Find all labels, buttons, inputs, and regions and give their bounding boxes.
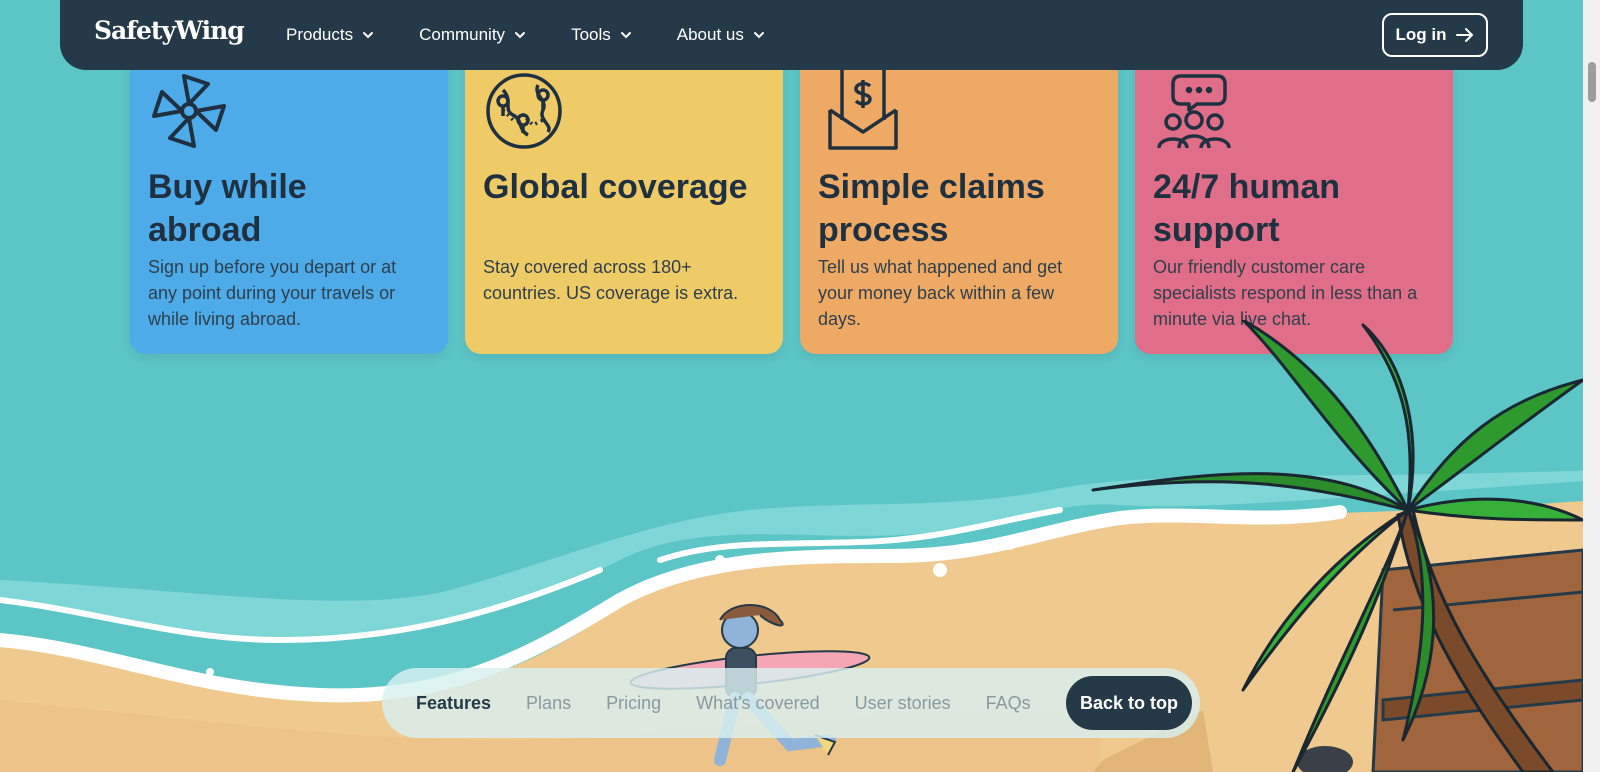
support-chat-icon — [1157, 74, 1231, 149]
section-tab-faqs[interactable]: FAQs — [986, 693, 1031, 714]
chevron-down-icon — [620, 32, 631, 39]
nav-products[interactable]: Products — [278, 19, 383, 51]
feature-title: Buy while abroad — [148, 168, 307, 249]
nav-products-label: Products — [286, 25, 354, 44]
globe-map-icon — [486, 73, 562, 149]
section-tab-whats-covered[interactable]: What's covered — [696, 693, 820, 714]
nav-community[interactable]: Community — [411, 19, 535, 51]
feature-cards: Buy while abroad Sign up before you depa… — [130, 40, 1453, 354]
feature-title: 24/7 human support — [1153, 168, 1341, 249]
login-label: Log in — [1395, 25, 1447, 44]
money-envelope-icon — [828, 70, 898, 150]
feature-title: Global coverage — [483, 168, 748, 206]
section-tab-plans[interactable]: Plans — [526, 693, 571, 714]
page: Buy while abroad Sign up before you depa… — [0, 0, 1600, 772]
feature-card-claims: Simple claims process Tell us what happe… — [800, 40, 1118, 354]
feature-card-support: 24/7 human support Our friendly customer… — [1135, 40, 1453, 354]
chevron-down-icon — [753, 32, 764, 39]
back-to-top-button[interactable]: Back to top — [1066, 676, 1192, 730]
section-tab-pricing[interactable]: Pricing — [606, 693, 661, 714]
feature-card-global-coverage: Global coverage Stay covered across 180+… — [465, 40, 783, 354]
section-navigation: Features Plans Pricing What's covered Us… — [382, 668, 1200, 738]
feature-description: Sign up before you depart or at any poin… — [148, 257, 397, 329]
chevron-down-icon — [363, 32, 374, 39]
section-tab-features[interactable]: Features — [416, 693, 491, 714]
pinwheel-icon — [152, 74, 226, 148]
scrollbar-thumb[interactable] — [1588, 62, 1596, 102]
feature-card-buy-abroad: Buy while abroad Sign up before you depa… — [130, 40, 448, 354]
arrow-right-icon — [1456, 28, 1474, 42]
nav-about-us-label: About us — [676, 25, 744, 44]
feature-title: Simple claims process — [818, 168, 1045, 249]
page-scrollbar[interactable] — [1583, 0, 1600, 772]
section-tab-user-stories[interactable]: User stories — [855, 693, 951, 714]
feature-description: Tell us what happened and get your money… — [818, 257, 1063, 329]
main-menu: Products Community Tools About us — [278, 0, 774, 70]
safetywing-logo[interactable]: SafetyWing — [94, 16, 245, 45]
top-navigation: SafetyWing Products Community Tools Abou… — [60, 0, 1523, 70]
nav-tools[interactable]: Tools — [563, 19, 641, 51]
nav-community-label: Community — [419, 25, 506, 44]
chevron-down-icon — [515, 32, 526, 39]
login-button[interactable]: Log in — [1382, 13, 1488, 57]
nav-tools-label: Tools — [571, 25, 611, 44]
feature-description: Stay covered across 180+ countries. US c… — [483, 257, 739, 303]
nav-about-us[interactable]: About us — [669, 19, 774, 51]
